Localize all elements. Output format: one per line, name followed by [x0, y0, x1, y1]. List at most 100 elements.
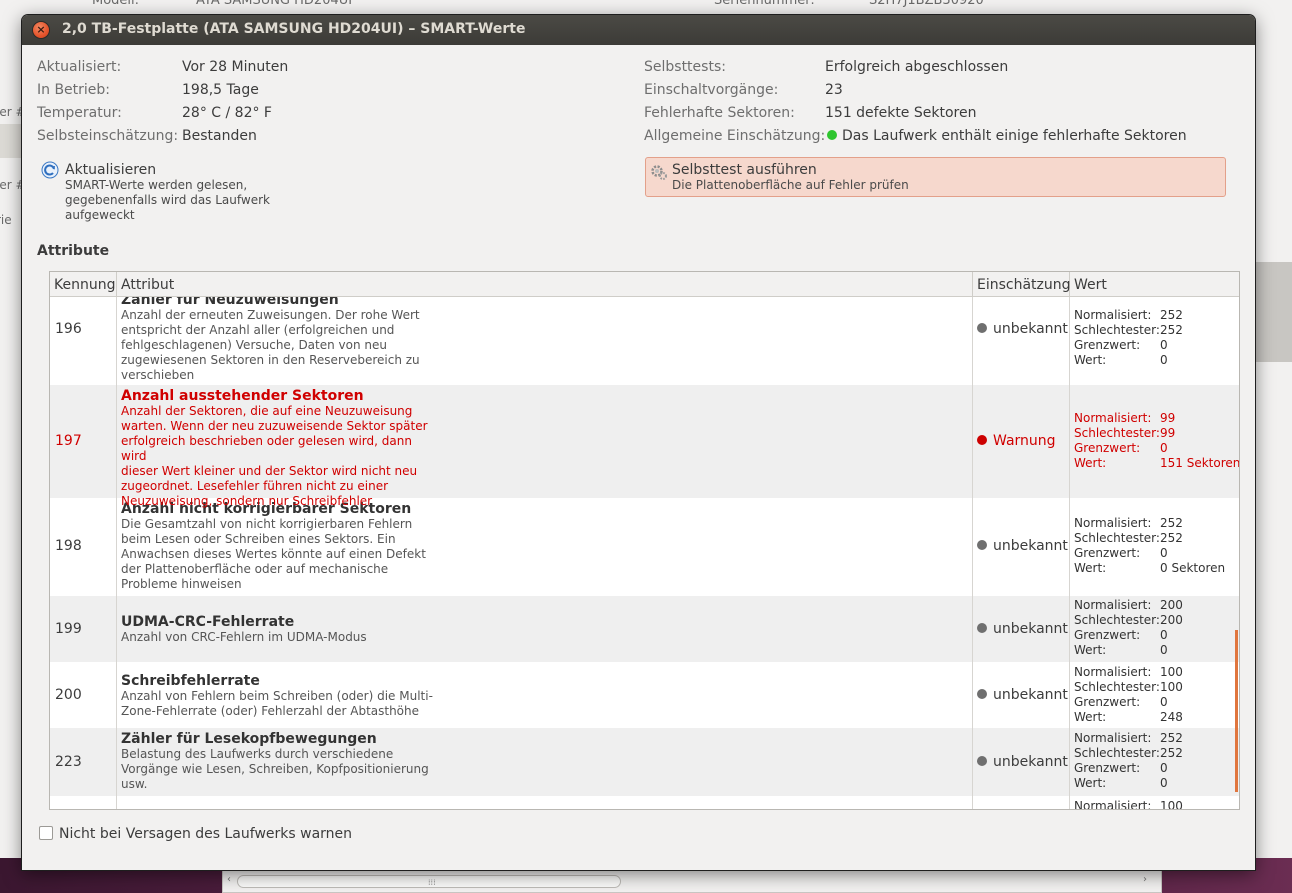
value-number: 151 Sektoren — [1160, 456, 1239, 470]
value-cell: Normalisiert: 100 Schlechtester:100 Grenzwe… — [1074, 665, 1183, 725]
attributes-table[interactable]: Kennung Attribut Einschätzung Wert Norma… — [49, 271, 1240, 810]
value-number: 252 — [1160, 308, 1183, 322]
refresh-icon[interactable] — [41, 161, 59, 179]
value-key: Grenzwert: — [1074, 761, 1141, 775]
value-cell: Normalisiert: 99 Schlechtester:99 Grenzwert… — [1074, 411, 1239, 471]
scroll-left-icon[interactable]: ‹ — [227, 874, 231, 885]
status-ok-icon — [827, 130, 837, 140]
summary-value: Vor 28 Minuten — [182, 59, 289, 75]
value-number: 252 — [1160, 531, 1183, 545]
value-key: Grenzwert: — [1074, 441, 1141, 455]
value-cell: Normalisiert: 200 Schlechtester:200 Grenzwe… — [1074, 598, 1183, 658]
unknown-status-icon — [977, 756, 987, 766]
value-number: 99 — [1160, 411, 1176, 425]
attribute-name: Zähler für Lesekopfbewegungen — [121, 731, 377, 747]
selftest-button[interactable]: Selbsttest ausführen Die Plattenoberfläc… — [645, 157, 1226, 197]
value-key: Wert: — [1074, 353, 1107, 367]
attribute-name: Zähler für Neuzuweisungen — [121, 297, 339, 308]
attribute-description-line: Anzahl von Fehlern beim Schreiben (oder)… — [121, 689, 433, 703]
summary-value: 28° C / 82° F — [182, 105, 272, 121]
attribute-id: 200 — [55, 687, 82, 703]
table-row[interactable]: Normalisiert: 100 — [50, 796, 1239, 810]
close-button[interactable]: × — [33, 22, 49, 38]
summary-label-text: Fehlerhafte Sektoren: — [644, 105, 795, 121]
table-row[interactable]: 197 Anzahl ausstehender Sektoren Anzahl de… — [50, 385, 1239, 508]
value-number: 0 Sektoren — [1160, 561, 1226, 575]
value-number: 200 — [1160, 598, 1183, 612]
warning-status-icon — [977, 435, 987, 445]
value-key: Schlechtester: — [1074, 680, 1160, 694]
assessment-cell: Warnung — [977, 433, 1056, 449]
table-row[interactable]: 198 Anzahl nicht korrigierbarer Sektoren D… — [50, 498, 1239, 596]
overall-assessment: Das Laufwerk enthält einige fehlerhafte … — [827, 128, 1187, 144]
value-number: 252 — [1160, 323, 1183, 337]
value-line: Grenzwert: 0 — [1074, 695, 1183, 710]
assessment-cell: unbekannt — [977, 687, 1068, 703]
assessment-text: Warnung — [993, 433, 1056, 449]
column-header-assessment[interactable]: Einschätzung — [973, 272, 1071, 296]
bg-sidebar-label: rie — [0, 213, 12, 227]
table-row[interactable]: 200 Schreibfehlerrate Anzahl von Fehlern b… — [50, 662, 1239, 728]
attribute-description-line: der Plattenoberfläche oder auf mechanisc… — [121, 562, 389, 576]
value-line: Normalisiert: 100 — [1074, 799, 1183, 810]
attribute-description-line: warten. Wenn der neu zuzuweisende Sektor… — [121, 419, 428, 433]
selftest-desc: Die Plattenoberfläche auf Fehler prüfen — [672, 178, 909, 192]
table-row[interactable]: 199 UDMA-CRC-Fehlerrate Anzahl von CRC-Feh… — [50, 596, 1239, 662]
attribute-description-line: Probleme hinweisen — [121, 577, 242, 591]
bg-horizontal-scrollbar[interactable]: ‹ ⁞⁞⁞ › — [222, 870, 1162, 893]
value-line: Normalisiert: 200 — [1074, 598, 1183, 613]
column-header-value[interactable]: Wert — [1070, 272, 1239, 296]
value-key: Wert: — [1074, 776, 1107, 790]
attribute-description-line: Belastung des Laufwerks durch verschiede… — [121, 747, 394, 761]
attribute-description-line: usw. — [121, 777, 148, 791]
unknown-status-icon — [977, 689, 987, 699]
table-scroll-indicator[interactable] — [1235, 630, 1238, 792]
value-key: Normalisiert: — [1074, 411, 1152, 425]
value-key: Grenzwert: — [1074, 628, 1141, 642]
value-number: 0 — [1160, 353, 1168, 367]
attribute-description-line: entspricht der Anzahl aller (erfolgreich… — [121, 323, 395, 337]
attribute-description-line: fehlgeschlagenen) Versuche, Daten von ne… — [121, 338, 388, 352]
bg-scroll-thumb[interactable]: ⁞⁞⁞ — [237, 875, 621, 888]
value-number: 0 — [1160, 338, 1168, 352]
value-key: Wert: — [1074, 561, 1107, 575]
unknown-status-icon — [977, 623, 987, 633]
bg-sidebar-label: ler # — [0, 178, 24, 192]
value-line: Wert: 248 — [1074, 710, 1183, 725]
value-key: Normalisiert: — [1074, 731, 1152, 745]
summary-value: 151 defekte Sektoren — [825, 105, 977, 121]
refresh-desc-line: aufgeweckt — [65, 208, 135, 222]
value-key: Normalisiert: — [1074, 598, 1152, 612]
summary-label-text: Temperatur: — [37, 105, 122, 121]
bg-scrollbar[interactable] — [1256, 262, 1292, 362]
summary-label: Allgemeine Einschätzung: — [644, 128, 825, 144]
value-line: Schlechtester:99 — [1074, 426, 1239, 441]
value-key: Wert: — [1074, 710, 1107, 724]
summary-updated: Aktualisiert: — [37, 59, 121, 75]
value-number: 0 — [1160, 761, 1168, 775]
attribute-description-line: Anzahl von CRC-Fehlern im UDMA-Modus — [121, 630, 367, 644]
column-header-attribute[interactable]: Attribut — [117, 272, 973, 296]
table-body[interactable]: Normalisiert: 100 223 Zähler für Lesekopfbe… — [50, 297, 1239, 810]
value-line: Normalisiert: 252 — [1074, 308, 1183, 323]
value-number: 0 — [1160, 441, 1168, 455]
attribute-name: Anzahl ausstehender Sektoren — [121, 388, 364, 404]
attribute-id: 223 — [55, 754, 82, 770]
value-number: 252 — [1160, 731, 1183, 745]
table-row[interactable]: 196 Zähler für Neuzuweisungen Anzahl der e… — [50, 297, 1239, 385]
no-warn-checkbox-row[interactable]: Nicht bei Versagen des Laufwerks warnen — [39, 826, 352, 842]
value-number: 100 — [1160, 799, 1183, 810]
refresh-title[interactable]: Aktualisieren — [65, 162, 270, 178]
value-line: Wert: 0 — [1074, 776, 1183, 791]
bg-sidebar-selection — [0, 124, 24, 158]
smart-dialog: × 2,0 TB-Festplatte (ATA SAMSUNG HD204UI… — [22, 15, 1255, 870]
attribute-description-line: Die Gesamtzahl von nicht korrigierbaren … — [121, 517, 413, 531]
no-warn-checkbox[interactable] — [39, 826, 53, 840]
no-warn-label[interactable]: Nicht bei Versagen des Laufwerks warnen — [59, 826, 352, 842]
table-row[interactable]: 223 Zähler für Lesekopfbewegungen Belastun… — [50, 728, 1239, 796]
refresh-action[interactable]: Aktualisieren SMART-Werte werden gelesen… — [65, 162, 270, 223]
summary-label-text: In Betrieb: — [37, 82, 111, 98]
column-header-id[interactable]: Kennung — [50, 272, 117, 296]
scroll-right-icon[interactable]: › — [1143, 874, 1147, 885]
summary-label: In Betrieb: — [37, 82, 110, 98]
